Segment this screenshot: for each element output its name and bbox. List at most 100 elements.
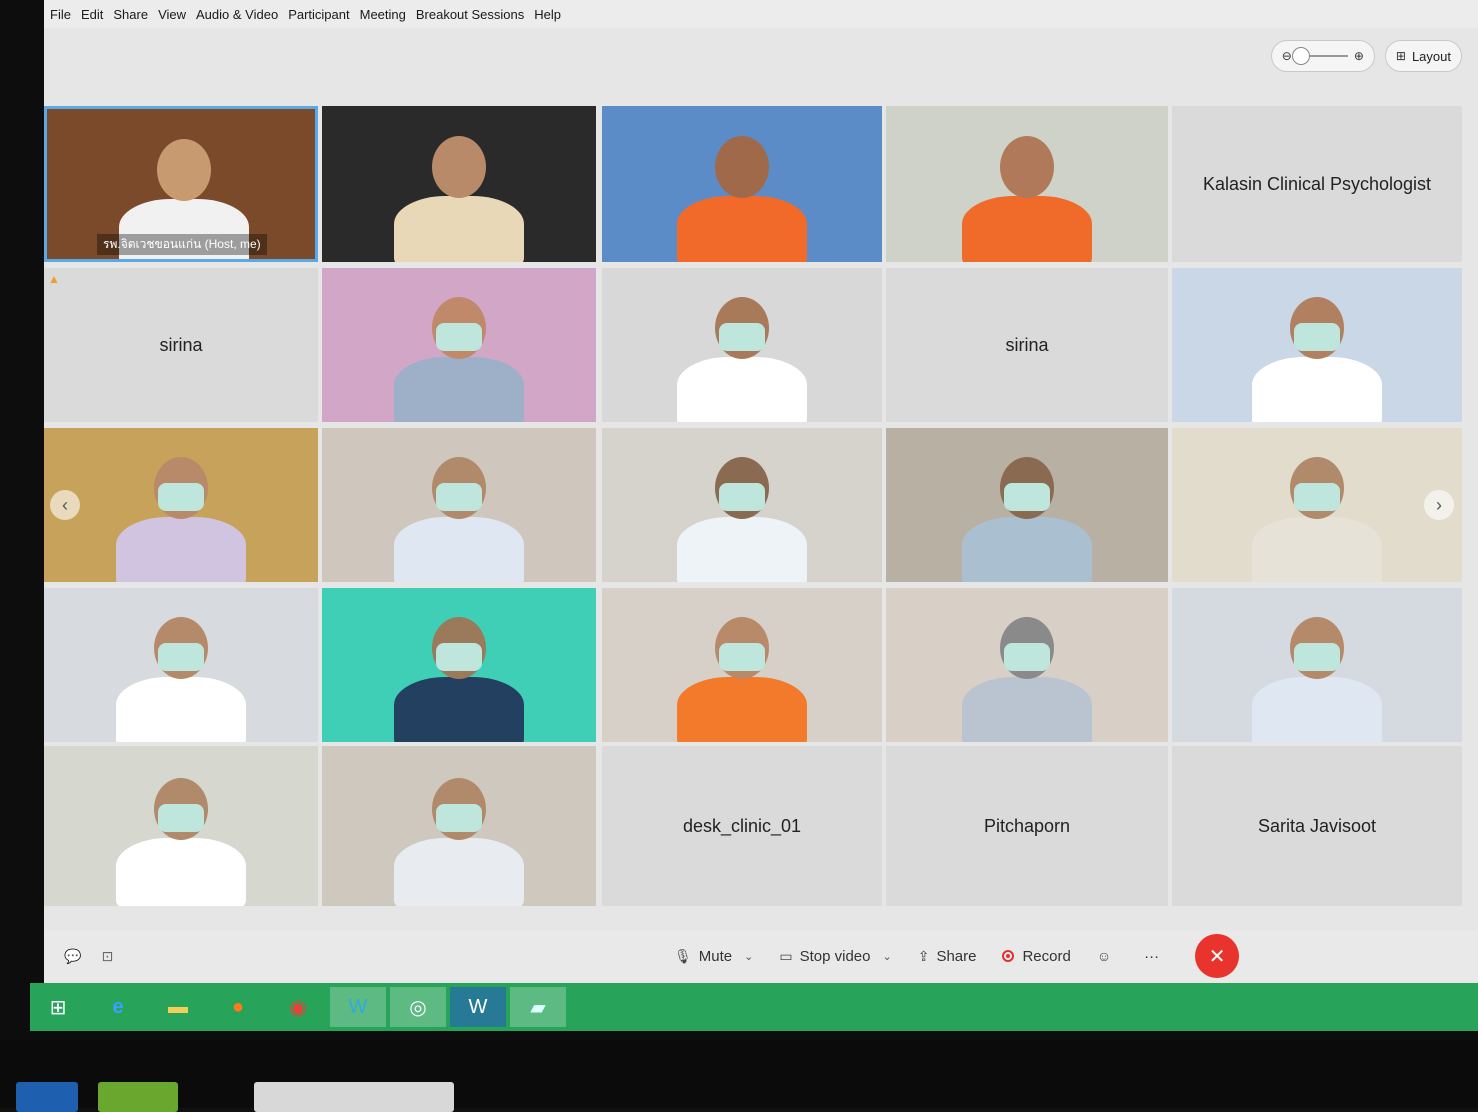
end-meeting-button[interactable]: ✕ xyxy=(1195,934,1240,978)
microphone-icon: 🎙 xyxy=(674,947,692,964)
toolbar-left: 💬 ⊡ xyxy=(64,948,113,965)
menu-view[interactable]: View xyxy=(158,7,186,22)
host-name-label: รพ.จิตเวชขอนแก่น (Host, me) xyxy=(97,234,267,255)
menu-meeting[interactable]: Meeting xyxy=(360,7,406,22)
obs-icon[interactable]: ◎ xyxy=(390,987,446,1027)
participant-tile[interactable] xyxy=(886,588,1168,742)
participant-tile[interactable] xyxy=(44,746,318,906)
menu-audio-video[interactable]: Audio & Video xyxy=(196,7,278,22)
zoom-slider-handle[interactable] xyxy=(1291,47,1310,65)
face-mask xyxy=(1294,643,1340,671)
participant-tile[interactable]: Sarita Javisoot xyxy=(1172,746,1462,906)
face-mask xyxy=(719,323,765,351)
record-label: Record xyxy=(1022,947,1071,965)
participant-body xyxy=(677,357,807,422)
participant-tile[interactable] xyxy=(602,588,882,742)
participant-tile[interactable] xyxy=(1172,268,1462,422)
participant-body xyxy=(677,196,807,262)
face-mask xyxy=(158,643,204,671)
face-mask xyxy=(1294,323,1340,351)
top-controls: ⊖ ⊕ ⊞ Layout xyxy=(1270,40,1462,72)
participant-tile[interactable] xyxy=(1172,588,1462,742)
more-icon: ··· xyxy=(1144,947,1160,965)
previous-page-icon[interactable]: ‹ xyxy=(50,490,80,520)
face-mask xyxy=(1294,483,1340,511)
notes-icon[interactable]: ▰ xyxy=(510,987,566,1027)
zoom-control[interactable]: ⊖ ⊕ xyxy=(1270,40,1375,72)
mute-button[interactable]: 🎙 Mute ⌄ xyxy=(674,948,753,965)
face-mask xyxy=(719,483,765,511)
meeting-window: File Edit Share View Audio & Video Parti… xyxy=(44,0,1478,1000)
face-mask xyxy=(158,483,204,511)
next-page-icon[interactable]: › xyxy=(1424,490,1454,520)
participant-tile[interactable] xyxy=(602,106,882,262)
windows-start-icon[interactable]: ⊞ xyxy=(30,987,86,1027)
grid-icon: ⊞ xyxy=(1395,49,1406,63)
participant-tile[interactable] xyxy=(44,588,318,742)
participant-tile[interactable]: desk_clinic_01 xyxy=(602,746,882,906)
zoom-out-icon[interactable]: ⊖ xyxy=(1282,49,1292,63)
participant-name: Sarita Javisoot xyxy=(1257,815,1377,836)
stop-video-label: Stop video xyxy=(799,947,871,965)
menu-file[interactable]: File xyxy=(50,7,71,22)
participant-head xyxy=(157,139,211,201)
face-mask xyxy=(436,804,482,832)
share-button[interactable]: ⇪ Share xyxy=(918,948,977,965)
more-button[interactable]: ··· xyxy=(1144,948,1159,965)
close-icon: ✕ xyxy=(1208,945,1226,968)
reactions-button[interactable]: ☺ xyxy=(1097,948,1118,964)
chevron-down-icon[interactable]: ⌄ xyxy=(744,950,753,963)
zoom-slider[interactable] xyxy=(1291,47,1348,65)
layout-button[interactable]: ⊞ Layout xyxy=(1384,40,1462,72)
participant-tile[interactable]: sirina xyxy=(886,268,1168,422)
participant-tile[interactable] xyxy=(322,746,596,906)
participant-head xyxy=(432,136,486,198)
menu-breakout-sessions[interactable]: Breakout Sessions xyxy=(416,7,524,22)
participant-body xyxy=(962,677,1092,742)
participant-body xyxy=(116,517,246,582)
captions-icon[interactable]: ⊡ xyxy=(101,948,113,965)
video-grid: รพ.จิตเวชขอนแก่น (Host, me) Kalasin Clini… xyxy=(44,106,1464,906)
face-mask xyxy=(719,643,765,671)
menu-edit[interactable]: Edit xyxy=(81,7,103,22)
participant-head xyxy=(1000,136,1054,198)
file-explorer-icon[interactable]: ▬ xyxy=(150,987,206,1027)
face-mask xyxy=(158,804,204,832)
participant-tile[interactable] xyxy=(322,428,596,582)
menu-help[interactable]: Help xyxy=(534,7,561,22)
mute-label: Mute xyxy=(698,947,733,965)
participant-tile[interactable] xyxy=(886,428,1168,582)
zoom-in-icon[interactable]: ⊕ xyxy=(1354,49,1364,63)
participant-head xyxy=(715,136,769,198)
firefox-icon[interactable]: ● xyxy=(210,987,266,1027)
video-camera-icon: ▭ xyxy=(779,947,793,964)
participant-tile[interactable]: Kalasin Clinical Psychologist xyxy=(1172,106,1462,262)
chevron-down-icon[interactable]: ⌄ xyxy=(882,950,891,963)
menu-share[interactable]: Share xyxy=(113,7,148,22)
participant-tile[interactable]: sirina ▲ xyxy=(44,268,318,422)
record-icon xyxy=(1002,950,1015,962)
participant-body xyxy=(394,838,524,906)
stop-video-button[interactable]: ▭ Stop video ⌄ xyxy=(779,948,891,965)
participant-tile[interactable]: รพ.จิตเวชขอนแก่น (Host, me) xyxy=(44,106,318,262)
participant-tile[interactable] xyxy=(602,268,882,422)
menu-participant[interactable]: Participant xyxy=(288,7,349,22)
participant-tile[interactable]: ‹ xyxy=(44,428,318,582)
record-button[interactable]: Record xyxy=(1002,947,1071,965)
participant-tile[interactable] xyxy=(322,588,596,742)
participant-body xyxy=(394,357,524,422)
participant-tile[interactable]: › xyxy=(1172,428,1462,582)
participant-tile[interactable] xyxy=(322,106,596,262)
participant-tile[interactable] xyxy=(322,268,596,422)
webex-icon[interactable]: W xyxy=(330,987,386,1027)
participant-name: Pitchaporn xyxy=(983,815,1071,836)
toolbar-center: 🎙 Mute ⌄ ▭ Stop video ⌄ ⇪ Share Record ☺… xyxy=(674,934,1240,978)
participant-tile[interactable] xyxy=(602,428,882,582)
participant-tile[interactable] xyxy=(886,106,1168,262)
word-icon[interactable]: W xyxy=(450,987,506,1027)
participant-tile[interactable]: Pitchaporn xyxy=(886,746,1168,906)
chrome-icon[interactable]: ◉ xyxy=(270,987,326,1027)
internet-explorer-icon[interactable]: e xyxy=(90,987,146,1027)
chat-icon[interactable]: 💬 xyxy=(64,948,81,965)
participant-name: Kalasin Clinical Psychologist xyxy=(1202,173,1432,194)
